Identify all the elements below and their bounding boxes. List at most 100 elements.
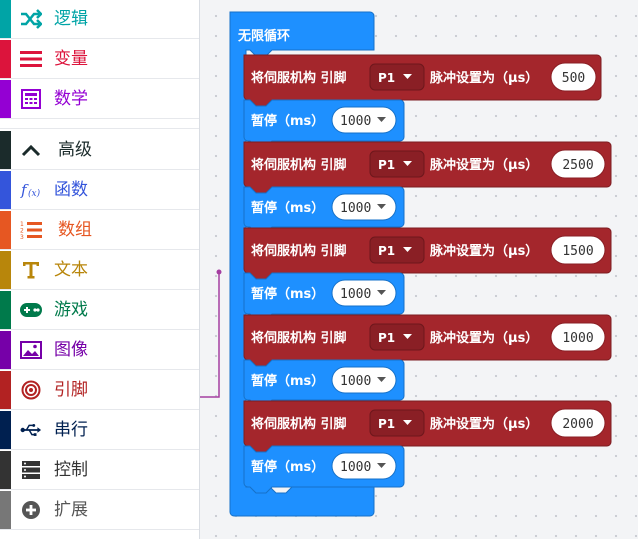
workspace[interactable]: 无限循环 将伺服机构 引脚 P1 脉冲设置为（µs） 500 暂停（ms） 10…: [200, 0, 638, 539]
category-color-stripe: [0, 171, 11, 209]
pause-duration-dropdown[interactable]: 1000: [331, 106, 397, 134]
servo-block-suffix: 脉冲设置为（µs）: [429, 70, 538, 86]
category-variables[interactable]: 变量: [0, 40, 199, 79]
servo-block-suffix: 脉冲设置为（µs）: [429, 416, 538, 432]
category-math[interactable]: 数学: [0, 80, 199, 119]
pause-block[interactable]: 暂停（ms） 1000: [243, 99, 405, 148]
servo-block-prefix: 将伺服机构 引脚: [251, 243, 347, 259]
category-advanced[interactable]: 高级: [0, 131, 199, 170]
pulse-value-field[interactable]: 1000: [550, 322, 606, 352]
servo-pulse-block[interactable]: 将伺服机构 引脚 P1 脉冲设置为（µs） 1000: [243, 314, 612, 367]
pin-dropdown-value: P1: [378, 71, 395, 85]
variable-lines-icon: [20, 48, 42, 70]
category-color-stripe: [0, 131, 11, 169]
pause-duration-dropdown[interactable]: 1000: [331, 452, 397, 480]
svg-text:3: 3: [20, 234, 24, 240]
drag-connector-dot: [216, 269, 222, 275]
category-color-stripe: [0, 491, 11, 529]
category-text[interactable]: 文本: [0, 251, 199, 290]
pulse-value-field[interactable]: 2000: [550, 408, 606, 438]
pause-duration-value: 1000: [340, 287, 371, 302]
toolbox-separator: [0, 120, 199, 129]
control-icon: [20, 459, 42, 481]
pause-block-label: 暂停（ms）: [251, 373, 324, 389]
pulse-value-field[interactable]: 2500: [550, 149, 606, 179]
pin-dropdown[interactable]: P1: [369, 150, 425, 178]
servo-pulse-block[interactable]: 将伺服机构 引脚 P1 脉冲设置为（µs） 1500: [243, 227, 612, 280]
category-label: 高级: [58, 140, 92, 160]
category-label: 变量: [54, 49, 88, 69]
toolbox: 逻辑 变量 数学 高级 f (x) 函数 123 数组 文本 游戏 图像 引脚 …: [0, 0, 200, 539]
category-color-stripe: [0, 211, 11, 249]
category-color-stripe: [0, 411, 11, 449]
category-label: 游戏: [54, 300, 88, 320]
pause-duration-dropdown[interactable]: 1000: [331, 193, 397, 221]
category-color-stripe: [0, 0, 11, 38]
gamepad-icon: [20, 299, 42, 321]
pulse-value-field[interactable]: 500: [550, 62, 597, 92]
category-label: 串行: [54, 420, 88, 440]
category-color-stripe: [0, 331, 11, 369]
category-serial[interactable]: 串行: [0, 411, 199, 450]
pin-dropdown[interactable]: P1: [369, 323, 425, 351]
category-color-stripe: [0, 371, 11, 409]
category-label: 逻辑: [54, 9, 88, 29]
pin-dropdown-value: P1: [378, 244, 395, 258]
forever-loop-label: 无限循环: [237, 28, 290, 44]
servo-block-prefix: 将伺服机构 引脚: [251, 157, 347, 173]
pulse-value: 2000: [562, 417, 593, 432]
category-control[interactable]: 控制: [0, 451, 199, 490]
servo-block-prefix: 将伺服机构 引脚: [251, 70, 347, 86]
pause-block-label: 暂停（ms）: [251, 459, 324, 475]
category-label: 文本: [54, 260, 88, 280]
pulse-value: 1000: [562, 331, 593, 346]
category-label: 数组: [58, 220, 92, 240]
category-functions[interactable]: f (x) 函数: [0, 171, 199, 210]
pulse-value: 500: [562, 71, 585, 86]
pin-dropdown[interactable]: P1: [369, 236, 425, 264]
category-label: 图像: [54, 340, 88, 360]
drag-connector-line: [200, 272, 220, 398]
pause-block[interactable]: 暂停（ms） 1000: [243, 359, 405, 407]
pulse-value: 1500: [562, 244, 593, 259]
servo-pulse-block[interactable]: 将伺服机构 引脚 P1 脉冲设置为（µs） 2500: [243, 141, 612, 194]
category-label: 引脚: [54, 380, 88, 400]
servo-block-prefix: 将伺服机构 引脚: [251, 416, 347, 432]
category-images[interactable]: 图像: [0, 331, 199, 370]
servo-pulse-block[interactable]: 将伺服机构 引脚 P1 脉冲设置为（µs） 500: [243, 54, 602, 107]
servo-block-suffix: 脉冲设置为（µs）: [429, 157, 538, 173]
pause-block[interactable]: 暂停（ms） 1000: [243, 445, 405, 494]
pause-block-label: 暂停（ms）: [251, 200, 324, 216]
image-icon: [20, 339, 42, 361]
servo-pulse-block[interactable]: 将伺服机构 引脚 P1 脉冲设置为（µs） 2000: [243, 400, 612, 453]
pause-duration-dropdown[interactable]: 1000: [331, 366, 397, 394]
category-pins[interactable]: 引脚: [0, 371, 199, 410]
category-label: 扩展: [54, 500, 88, 520]
chevron-up-icon: [20, 139, 42, 161]
pause-block-label: 暂停（ms）: [251, 113, 324, 129]
calculator-icon: [20, 88, 42, 110]
category-label: 函数: [54, 180, 88, 200]
pulse-value-field[interactable]: 1500: [550, 235, 606, 265]
pause-duration-dropdown[interactable]: 1000: [331, 279, 397, 307]
pause-block[interactable]: 暂停（ms） 1000: [243, 272, 405, 321]
category-logic[interactable]: 逻辑: [0, 0, 199, 39]
servo-block-prefix: 将伺服机构 引脚: [251, 330, 347, 346]
category-game[interactable]: 游戏: [0, 291, 199, 330]
category-extensions[interactable]: 扩展: [0, 491, 199, 530]
pulse-value: 2500: [562, 158, 593, 173]
category-arrays[interactable]: 123 数组: [0, 211, 199, 250]
pin-dropdown[interactable]: P1: [369, 63, 425, 91]
text-icon: [20, 259, 42, 281]
pause-duration-value: 1000: [340, 460, 371, 475]
shuffle-icon: [20, 8, 42, 30]
servo-block-suffix: 脉冲设置为（µs）: [429, 330, 538, 346]
pause-duration-value: 1000: [340, 201, 371, 216]
pin-dropdown-value: P1: [378, 331, 395, 345]
pin-dropdown-value: P1: [378, 158, 395, 172]
pause-block[interactable]: 暂停（ms） 1000: [243, 186, 405, 234]
pause-block-label: 暂停（ms）: [251, 286, 324, 302]
pin-dropdown[interactable]: P1: [369, 409, 425, 437]
plus-circle-icon: [20, 499, 42, 521]
category-color-stripe: [0, 80, 11, 118]
